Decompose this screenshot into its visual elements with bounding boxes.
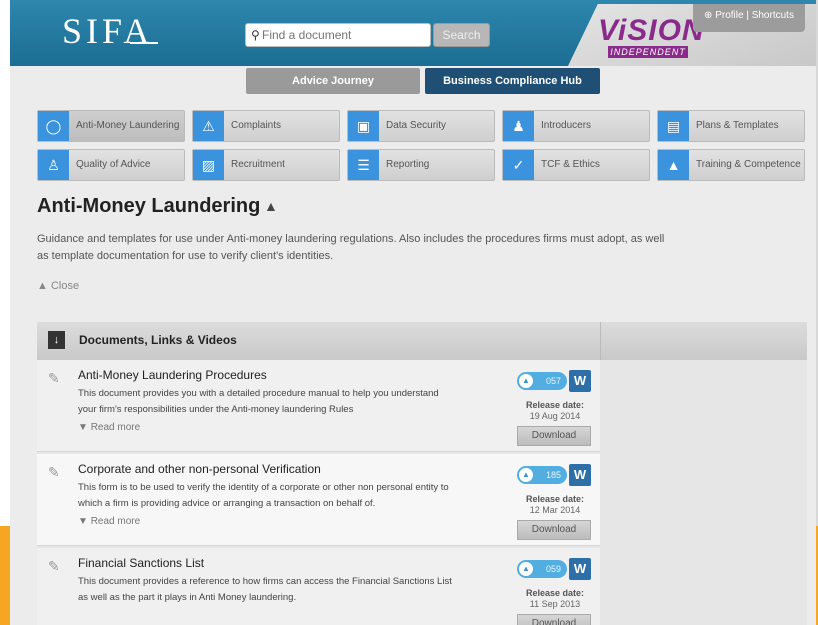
profile-label: Profile | Shortcuts bbox=[715, 10, 794, 21]
view-count: 059 bbox=[545, 564, 561, 574]
report-icon: ☰ bbox=[348, 150, 379, 180]
word-document-icon[interactable]: W bbox=[569, 370, 591, 392]
tab-business-compliance-hub[interactable]: Business Compliance Hub bbox=[425, 68, 600, 94]
document-icon: ✎ bbox=[48, 558, 60, 574]
view-count-toggle[interactable]: ▲ 059 bbox=[517, 560, 567, 578]
category-label: Data Security bbox=[386, 120, 447, 131]
category-recruitment[interactable]: ▨ Recruitment bbox=[192, 149, 340, 181]
people-icon: ♟ bbox=[503, 111, 534, 141]
read-more-link[interactable]: ▼ Read more bbox=[78, 422, 140, 433]
category-complaints[interactable]: ⚠ Complaints bbox=[192, 110, 340, 142]
page-title: Anti-Money Laundering bbox=[37, 195, 261, 217]
category-label: Quality of Advice bbox=[76, 159, 151, 170]
document-item: ✎ Anti-Money Laundering Procedures This … bbox=[37, 360, 600, 452]
release-date: 19 Aug 2014 bbox=[529, 411, 581, 421]
collapse-chevron-icon[interactable]: ▲ bbox=[264, 198, 278, 214]
document-title[interactable]: Corporate and other non-personal Verific… bbox=[78, 462, 321, 476]
read-more-label: Read more bbox=[90, 516, 141, 527]
chevron-down-icon: ▼ bbox=[78, 516, 91, 527]
search-button[interactable]: Search bbox=[433, 23, 490, 47]
view-count: 057 bbox=[545, 376, 561, 386]
eye-icon: ▲ bbox=[519, 468, 533, 482]
read-more-label: Read more bbox=[90, 422, 141, 433]
warning-icon: ⚠ bbox=[193, 111, 224, 141]
category-data-security[interactable]: ▣ Data Security bbox=[347, 110, 495, 142]
release-date-label: Release date: bbox=[525, 494, 585, 504]
person-icon: ♙ bbox=[38, 150, 69, 180]
sifa-logo[interactable]: SIFA bbox=[62, 10, 153, 52]
section-description: Guidance and templates for use under Ant… bbox=[37, 233, 665, 262]
close-link[interactable]: ▲ Close bbox=[37, 280, 79, 292]
site-header: SIFA ⚲ Search ViSION INDEPENDENT ⊕ Profi… bbox=[10, 0, 816, 66]
category-quality-of-advice[interactable]: ♙ Quality of Advice bbox=[37, 149, 185, 181]
eye-icon: ▲ bbox=[519, 562, 533, 576]
category-tcf-ethics[interactable]: ✓ TCF & Ethics bbox=[502, 149, 650, 181]
release-date: 11 Sep 2013 bbox=[529, 599, 581, 609]
chevron-up-icon: ▲ bbox=[37, 280, 51, 292]
document-summary: This document provides a reference to ho… bbox=[78, 576, 452, 603]
document-stack-icon: ▤ bbox=[658, 111, 689, 141]
document-title[interactable]: Financial Sanctions List bbox=[78, 556, 204, 570]
search-field[interactable]: ⚲ bbox=[245, 23, 431, 47]
circle-icon: ◯ bbox=[38, 111, 69, 141]
search-input[interactable] bbox=[262, 27, 427, 43]
word-document-icon[interactable]: W bbox=[569, 558, 591, 580]
page: SIFA ⚲ Search ViSION INDEPENDENT ⊕ Profi… bbox=[10, 0, 816, 625]
category-label: Plans & Templates bbox=[696, 120, 779, 131]
read-more-link[interactable]: ▼ Read more bbox=[78, 516, 140, 527]
category-label: Anti-Money Laundering bbox=[76, 120, 180, 131]
category-label: TCF & Ethics bbox=[541, 159, 600, 170]
release-date-label: Release date: bbox=[525, 588, 585, 598]
category-introducers[interactable]: ♟ Introducers bbox=[502, 110, 650, 142]
category-label: Recruitment bbox=[231, 159, 285, 170]
category-label: Training & Competence bbox=[696, 159, 801, 170]
category-training-competence[interactable]: ▲ Training & Competence bbox=[657, 149, 805, 181]
download-button[interactable]: Download bbox=[517, 520, 591, 540]
document-title[interactable]: Anti-Money Laundering Procedures bbox=[78, 368, 267, 382]
plus-icon: ⊕ bbox=[704, 10, 716, 21]
vision-logo-subtext: INDEPENDENT bbox=[608, 46, 688, 58]
download-button[interactable]: Download bbox=[517, 614, 591, 625]
graduation-cap-icon: ▲ bbox=[658, 150, 689, 180]
search-icon: ⚲ bbox=[251, 28, 260, 42]
tab-advice-journey[interactable]: Advice Journey bbox=[246, 68, 420, 94]
documents-panel-header: ↓ Documents, Links & Videos bbox=[37, 322, 601, 360]
view-count: 185 bbox=[545, 470, 561, 480]
lock-icon: ▣ bbox=[348, 111, 379, 141]
release-date: 12 Mar 2014 bbox=[529, 505, 581, 515]
category-anti-money-laundering[interactable]: ◯ Anti-Money Laundering bbox=[37, 110, 185, 142]
category-plans-templates[interactable]: ▤ Plans & Templates bbox=[657, 110, 805, 142]
id-card-icon: ▨ bbox=[193, 150, 224, 180]
category-reporting[interactable]: ☰ Reporting bbox=[347, 149, 495, 181]
release-date-label: Release date: bbox=[525, 400, 585, 410]
eye-icon: ▲ bbox=[519, 374, 533, 388]
word-document-icon[interactable]: W bbox=[569, 464, 591, 486]
document-summary: This document provides you with a detail… bbox=[78, 388, 439, 415]
close-label: Close bbox=[50, 280, 80, 292]
view-count-toggle[interactable]: ▲ 057 bbox=[517, 372, 567, 390]
chevron-down-icon: ▼ bbox=[78, 422, 91, 433]
check-icon: ✓ bbox=[503, 150, 534, 180]
document-item: ✎ Corporate and other non-personal Verif… bbox=[37, 454, 600, 546]
profile-shortcuts-button[interactable]: ⊕ Profile | Shortcuts bbox=[693, 4, 805, 32]
documents-panel: ↓ Documents, Links & Videos ✎ Anti-Money… bbox=[37, 322, 807, 625]
vision-logo-text: ViSION bbox=[598, 14, 705, 47]
documents-panel-header-side bbox=[601, 322, 807, 360]
documents-panel-title: Documents, Links & Videos bbox=[79, 333, 237, 347]
document-summary: This form is to be used to verify the id… bbox=[78, 482, 449, 509]
view-count-toggle[interactable]: ▲ 185 bbox=[517, 466, 567, 484]
document-icon: ✎ bbox=[48, 370, 60, 386]
category-label: Introducers bbox=[541, 120, 592, 131]
document-item: ✎ Financial Sanctions List This document… bbox=[37, 548, 600, 625]
download-arrow-icon: ↓ bbox=[48, 331, 65, 349]
download-button[interactable]: Download bbox=[517, 426, 591, 446]
category-label: Reporting bbox=[386, 159, 430, 170]
logo-underline bbox=[130, 42, 158, 44]
category-label: Complaints bbox=[231, 120, 282, 131]
document-icon: ✎ bbox=[48, 464, 60, 480]
